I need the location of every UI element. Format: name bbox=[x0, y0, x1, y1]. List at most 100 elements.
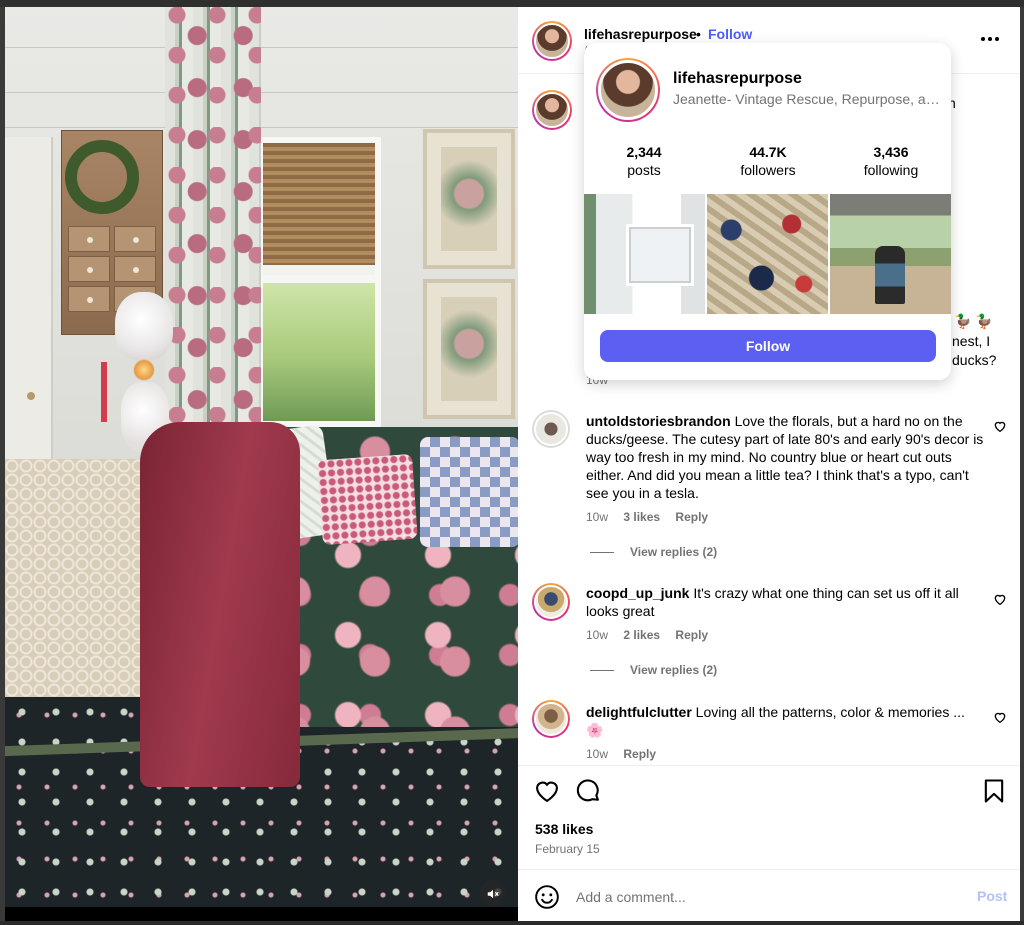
header-separator: • bbox=[696, 26, 701, 42]
hover-card-bio: Jeanette- Vintage Rescue, Repurpose, and… bbox=[673, 91, 941, 107]
media-throw-blanket bbox=[140, 422, 300, 787]
bookmark-icon[interactable] bbox=[980, 777, 1008, 805]
media-art bbox=[441, 147, 497, 251]
comment-body: coopd_up_junk It's crazy what one thing … bbox=[586, 584, 986, 620]
media-wreath bbox=[65, 140, 139, 214]
profile-hover-card: lifehasrepurpose Jeanette- Vintage Rescu… bbox=[584, 43, 951, 380]
comment-body: delightfulclutter Loving all the pattern… bbox=[586, 703, 986, 739]
media-drawer bbox=[68, 226, 110, 252]
comment-avatar[interactable] bbox=[532, 700, 570, 738]
more-horizontal-icon bbox=[981, 37, 999, 41]
author-username[interactable]: lifehasrepurpose bbox=[584, 26, 697, 42]
emoji-smiley-icon[interactable] bbox=[534, 884, 560, 910]
stat-posts[interactable]: 2,344 posts bbox=[584, 143, 704, 179]
speaker-muted-icon bbox=[487, 889, 499, 898]
comment-username[interactable]: delightfulclutter bbox=[586, 704, 692, 720]
media-curtain bbox=[165, 7, 261, 447]
avatar-image bbox=[534, 585, 568, 619]
post-comment-button[interactable]: Post bbox=[977, 888, 1007, 904]
avatar-image bbox=[534, 92, 570, 128]
comment-time: 10w bbox=[586, 628, 609, 642]
media-framed-art bbox=[423, 279, 515, 419]
media-doorknob bbox=[27, 392, 35, 400]
author-avatar[interactable] bbox=[532, 21, 572, 61]
comment-username[interactable]: coopd_up_junk bbox=[586, 585, 689, 601]
media-bottom-bar bbox=[5, 907, 518, 921]
window-top-strip bbox=[0, 0, 1024, 7]
post-date[interactable]: February 15 bbox=[535, 842, 600, 856]
media-lamp bbox=[115, 292, 173, 360]
window-bottom-strip bbox=[0, 921, 1024, 925]
stat-label: following bbox=[863, 162, 919, 178]
stat-following[interactable]: 3,436 following bbox=[831, 143, 951, 179]
media-drawer bbox=[68, 256, 110, 282]
media-door bbox=[5, 137, 53, 467]
avatar-image bbox=[534, 702, 568, 736]
caption-emoji: 🦆 🦆 bbox=[954, 313, 993, 329]
comment-body: untoldstoriesbrandon Love the florals, b… bbox=[586, 412, 986, 502]
media-plank bbox=[5, 127, 518, 128]
comment-like-heart-icon[interactable] bbox=[992, 418, 1008, 434]
hover-card-username[interactable]: lifehasrepurpose bbox=[673, 70, 802, 88]
media-drawer bbox=[68, 286, 110, 312]
stat-label: followers bbox=[740, 162, 796, 178]
stat-value: 2,344 bbox=[626, 144, 662, 160]
header-follow-link[interactable]: Follow bbox=[708, 26, 752, 42]
media-mullion bbox=[263, 275, 375, 283]
comment-emoji: 🌸 bbox=[586, 722, 604, 738]
comment-reply-button[interactable]: Reply bbox=[675, 510, 708, 524]
caption-text-fragment: nest, I ducks? bbox=[952, 332, 1022, 370]
post-media[interactable] bbox=[5, 7, 518, 921]
caption-line: nest, I bbox=[952, 333, 991, 349]
media-blind bbox=[263, 143, 375, 265]
media-candle bbox=[101, 362, 107, 422]
media-pillow bbox=[420, 437, 518, 547]
comment-like-heart-icon[interactable] bbox=[992, 591, 1008, 607]
likes-count[interactable]: 538 likes bbox=[535, 821, 593, 837]
media-drawer bbox=[114, 256, 156, 282]
recent-post-thumbnail[interactable] bbox=[707, 194, 828, 314]
media-window bbox=[257, 137, 381, 427]
media-glass bbox=[263, 283, 375, 421]
mute-button[interactable] bbox=[480, 880, 506, 906]
media-pillow bbox=[317, 453, 418, 546]
stat-followers[interactable]: 44.7K followers bbox=[708, 143, 828, 179]
stat-value: 3,436 bbox=[873, 144, 909, 160]
media-art bbox=[441, 297, 497, 401]
comment-meta: 10w 3 likes Reply bbox=[586, 510, 720, 524]
actions-divider bbox=[518, 765, 1020, 766]
recent-post-thumbnail[interactable] bbox=[830, 194, 951, 314]
hover-card-follow-button[interactable]: Follow bbox=[600, 330, 936, 362]
more-options-button[interactable] bbox=[980, 31, 1000, 42]
comment-likes[interactable]: 2 likes bbox=[623, 628, 660, 642]
avatar-image bbox=[598, 60, 658, 120]
comment-time: 10w bbox=[586, 510, 609, 524]
media-plank bbox=[5, 47, 518, 48]
like-heart-icon[interactable] bbox=[533, 777, 561, 805]
caption-line: ducks? bbox=[952, 352, 997, 368]
comment-meta: 10w Reply bbox=[586, 747, 668, 761]
comment-text: Loving all the patterns, color & memorie… bbox=[695, 704, 965, 720]
media-lamp-glow bbox=[133, 359, 155, 381]
view-replies-button[interactable]: View replies (2) bbox=[590, 545, 717, 559]
comment-avatar[interactable] bbox=[532, 583, 570, 621]
comment-meta: 10w 2 likes Reply bbox=[586, 628, 720, 642]
comment-username[interactable]: untoldstoriesbrandon bbox=[586, 413, 731, 429]
avatar-image bbox=[534, 412, 568, 446]
caption-avatar[interactable] bbox=[532, 90, 572, 130]
hover-card-avatar[interactable] bbox=[596, 58, 660, 122]
comment-bubble-icon[interactable] bbox=[574, 777, 602, 805]
comment-reply-button[interactable]: Reply bbox=[623, 747, 656, 761]
comment-reply-button[interactable]: Reply bbox=[675, 628, 708, 642]
recent-post-thumbnail[interactable] bbox=[584, 194, 705, 314]
composer-divider bbox=[518, 869, 1020, 870]
stat-value: 44.7K bbox=[749, 144, 787, 160]
media-framed-art bbox=[423, 129, 515, 269]
comment-input[interactable] bbox=[576, 886, 956, 908]
media-drawer bbox=[114, 226, 156, 252]
comment-avatar[interactable] bbox=[532, 410, 570, 448]
comment-likes[interactable]: 3 likes bbox=[623, 510, 660, 524]
stat-label: posts bbox=[627, 162, 661, 178]
comment-like-heart-icon[interactable] bbox=[992, 709, 1008, 725]
view-replies-button[interactable]: View replies (2) bbox=[590, 663, 717, 677]
